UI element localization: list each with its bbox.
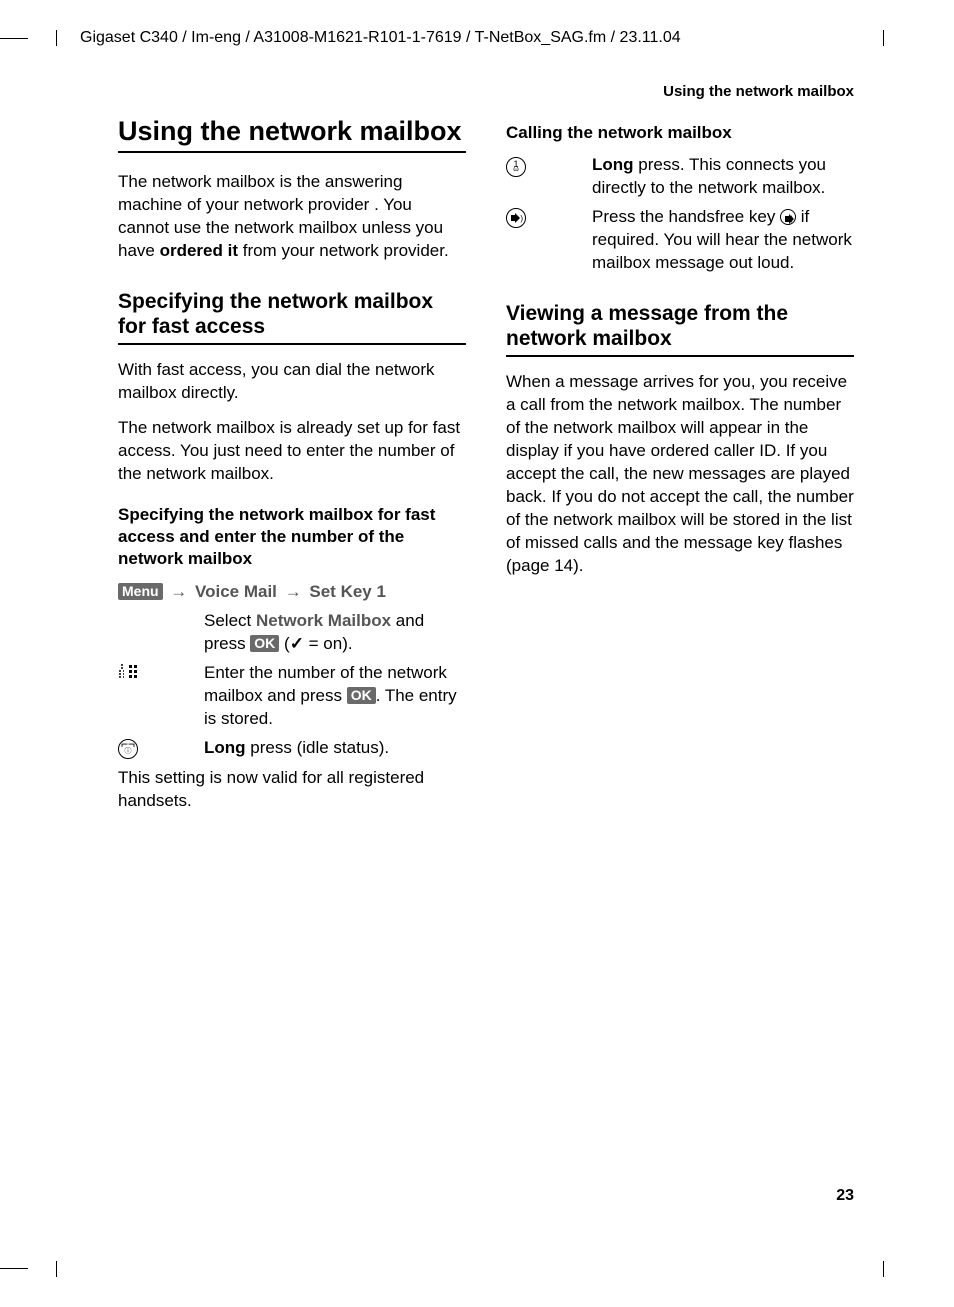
menu-badge: Menu bbox=[118, 583, 163, 600]
t: Select bbox=[204, 611, 256, 630]
running-head: Using the network mailbox bbox=[663, 82, 854, 102]
left-column: Using the network mailbox The network ma… bbox=[118, 116, 466, 825]
fast-access-p1: With fast access, you can dial the netwo… bbox=[118, 359, 466, 405]
crop-mark bbox=[56, 30, 57, 46]
viewing-message-paragraph: When a message arrives for you, you rece… bbox=[506, 371, 854, 577]
long-label: Long bbox=[204, 738, 246, 757]
t: press (idle status). bbox=[246, 738, 390, 757]
hangup-key-icon: ⌐¬ⓘ bbox=[118, 737, 204, 761]
step-text: Enter the number of the net­work mailbox… bbox=[204, 662, 466, 731]
crop-mark bbox=[883, 30, 884, 46]
step-text: Long press (idle status). bbox=[204, 737, 466, 760]
handsfree-key-icon-inline: ) bbox=[780, 209, 796, 225]
page-title: Using the network mailbox bbox=[118, 116, 466, 153]
closing-note: This setting is now valid for all regist… bbox=[118, 767, 466, 813]
intro-bold: ordered it bbox=[160, 241, 238, 260]
right-column: Calling the network mailbox 1ω Long pres… bbox=[506, 116, 854, 825]
page-number: 23 bbox=[836, 1185, 854, 1207]
section-fast-access: Specifying the network mailbox for fast … bbox=[118, 289, 466, 345]
t: ( bbox=[279, 634, 289, 653]
check-icon: ✓ bbox=[290, 634, 304, 653]
keypad-icon bbox=[118, 662, 204, 681]
network-mailbox-label: Network Mailbox bbox=[256, 611, 391, 630]
arrow-icon: → bbox=[282, 582, 305, 601]
step-handsfree: ) Press the handsfree key ) if required.… bbox=[506, 206, 854, 275]
step-text: Long press. This connects you directly t… bbox=[592, 154, 854, 200]
ok-badge: OK bbox=[347, 687, 376, 704]
step-call-longpress: 1ω Long press. This connects you directl… bbox=[506, 154, 854, 200]
long-label: Long bbox=[592, 155, 634, 174]
intro-paragraph: The network mailbox is the answering mac… bbox=[118, 171, 466, 263]
crop-mark bbox=[0, 1268, 28, 1269]
handsfree-key-icon: ) bbox=[506, 206, 592, 230]
step-icon-blank bbox=[118, 610, 204, 611]
arrow-icon: → bbox=[167, 582, 190, 601]
crop-mark bbox=[883, 1261, 884, 1277]
intro-text-b: from your network provider. bbox=[238, 241, 449, 260]
subsection-specify: Specifying the network mailbox for fast … bbox=[118, 504, 466, 570]
subsection-calling: Calling the network mailbox bbox=[506, 122, 854, 144]
page-content: Using the network mailbox The network ma… bbox=[118, 116, 854, 825]
t: = on). bbox=[304, 634, 353, 653]
t: Press the handsfree key bbox=[592, 207, 780, 226]
voice-mail-label: Voice Mail bbox=[195, 582, 277, 601]
set-key1-label: Set Key 1 bbox=[309, 582, 386, 601]
step-text: Press the handsfree key ) if required. Y… bbox=[592, 206, 854, 275]
step-select-network-mailbox: Select Network Mailbox and press OK (✓ =… bbox=[118, 610, 466, 656]
key-1-icon: 1ω bbox=[506, 154, 592, 178]
step-long-press-idle: ⌐¬ⓘ Long press (idle status). bbox=[118, 737, 466, 761]
crop-mark bbox=[0, 38, 28, 39]
menu-path-row: Menu → Voice Mail → Set Key 1 bbox=[118, 580, 466, 604]
crop-mark bbox=[56, 1261, 57, 1277]
fast-access-p2: The network mailbox is already set up fo… bbox=[118, 417, 466, 486]
ok-badge: OK bbox=[250, 635, 279, 652]
step-enter-number: Enter the number of the net­work mailbox… bbox=[118, 662, 466, 731]
doc-path-header: Gigaset C340 / Im-eng / A31008-M1621-R10… bbox=[80, 27, 681, 49]
menu-path: Menu → Voice Mail → Set Key 1 bbox=[118, 580, 386, 604]
section-viewing-message: Viewing a message from the network mailb… bbox=[506, 301, 854, 357]
step-text: Select Network Mailbox and press OK (✓ =… bbox=[204, 610, 466, 656]
